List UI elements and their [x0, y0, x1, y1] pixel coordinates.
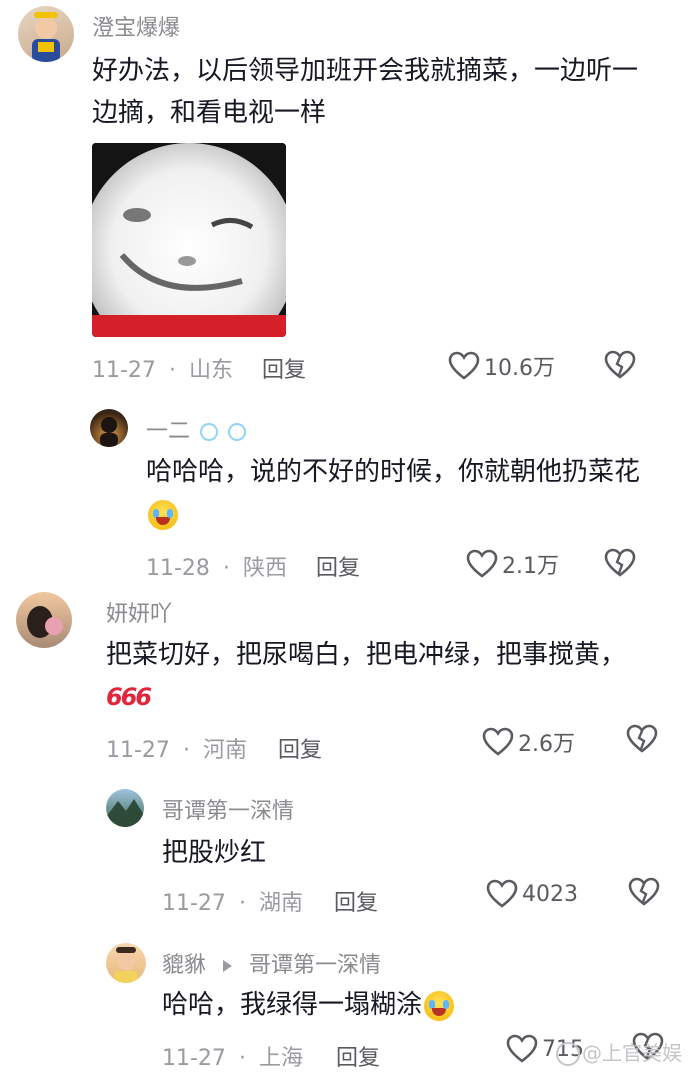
comment-location: 上海: [258, 1046, 303, 1071]
username-text: 一二: [146, 419, 191, 444]
username[interactable]: 貔貅 哥谭第一深情: [162, 947, 381, 979]
broken-heart-icon: [604, 548, 636, 577]
dislike-button[interactable]: [604, 548, 636, 582]
emoji-666: 666: [106, 683, 152, 711]
comment-meta: 11-27 · 山东: [92, 352, 233, 384]
avatar-image: [32, 12, 60, 62]
avatar[interactable]: [18, 6, 74, 62]
watermark: @上官美娱: [556, 1037, 682, 1066]
heart-outline-icon: [482, 727, 514, 756]
avatar-image: [100, 417, 118, 447]
comment-4: 哥谭第一深情 把股炒红 11-27 · 湖南 回复 4023: [0, 785, 690, 930]
reply-button[interactable]: 回复: [334, 885, 378, 917]
comment-text: 哈哈哈，说的不好的时候，你就朝他扔菜花: [146, 451, 646, 535]
comment-text-body: 把菜切好，把尿喝白，把电冲绿，把事搅黄，: [106, 640, 627, 670]
comment-date: 11-27: [162, 891, 226, 916]
meme-sticker-image[interactable]: [92, 143, 286, 337]
username-text: 貔貅: [162, 953, 207, 978]
watermark-text: @上官美娱: [582, 1040, 682, 1065]
like-count: 4023: [522, 881, 578, 907]
separator: ·: [238, 891, 246, 916]
reply-button[interactable]: 回复: [278, 732, 322, 764]
avatar[interactable]: [90, 409, 128, 447]
comment-date: 11-28: [146, 556, 210, 581]
comment-text: 把菜切好，把尿喝白，把电冲绿，把事搅黄， 666: [106, 634, 666, 718]
comment-location: 山东: [188, 358, 233, 383]
like-count: 10.6万: [484, 356, 555, 381]
like-count: 2.1万: [502, 554, 559, 579]
comment-2: 一二 哈哈哈，说的不好的时候，你就朝他扔菜花 11-28 · 陕西 回复 2.1…: [0, 395, 690, 585]
username[interactable]: 妍妍吖: [106, 596, 172, 628]
comment-1: 澄宝爆爆 好办法，以后领导加班开会我就摘菜，一边听一边摘，和看电视一样 11-2…: [0, 0, 690, 390]
broken-heart-icon: [626, 724, 658, 753]
comment-text-body: 哈哈哈，说的不好的时候，你就朝他扔菜花: [146, 457, 641, 487]
heart-outline-icon: [506, 1034, 538, 1063]
heart-outline-icon: [486, 879, 518, 908]
meme-face: [92, 143, 286, 337]
separator: ·: [182, 738, 190, 763]
like-count: 2.6万: [518, 732, 575, 757]
avatar[interactable]: [106, 789, 144, 827]
comment-date: 11-27: [106, 738, 170, 763]
crying-laughing-emoji-icon: [148, 499, 178, 530]
comment-text: 把股炒红: [162, 838, 267, 868]
comment-location: 河南: [202, 738, 247, 763]
comment-text: 哈哈，我绿得一塌糊涂: [162, 984, 642, 1026]
comment-meta: 11-27 · 上海: [162, 1040, 303, 1072]
username[interactable]: 澄宝爆爆: [92, 10, 180, 42]
comment-date: 11-27: [162, 1046, 226, 1071]
username[interactable]: 一二: [146, 413, 247, 445]
like-button[interactable]: 2.1万: [466, 548, 559, 580]
bubble-emoji-icon: [228, 423, 247, 441]
separator: ·: [238, 1046, 246, 1071]
broken-heart-icon: [628, 877, 660, 906]
dislike-button[interactable]: [626, 724, 658, 758]
separator: ·: [168, 358, 176, 383]
reply-arrow-icon: [223, 960, 233, 972]
reply-button[interactable]: 回复: [336, 1040, 380, 1072]
comment-location: 湖南: [258, 891, 303, 916]
weibo-icon: [556, 1042, 580, 1066]
comment-meta: 11-27 · 湖南: [162, 885, 303, 917]
comment-3: 妍妍吖 把菜切好，把尿喝白，把电冲绿，把事搅黄， 666 11-27 · 河南 …: [0, 588, 690, 768]
comment-text: 好办法，以后领导加班开会我就摘菜，一边听一边摘，和看电视一样: [92, 56, 639, 128]
reply-to-username[interactable]: 哥谭第一深情: [249, 953, 381, 978]
avatar-image: [106, 799, 144, 827]
comment-meta: 11-28 · 陕西: [146, 550, 287, 582]
dislike-button[interactable]: [628, 877, 660, 911]
bubble-emoji-icon: [200, 423, 219, 441]
comment-text-body: 哈哈，我绿得一塌糊涂: [162, 990, 423, 1020]
crying-laughing-emoji-icon: [424, 990, 455, 1021]
broken-heart-icon: [604, 350, 636, 379]
heart-outline-icon: [448, 351, 480, 380]
like-button[interactable]: 4023: [486, 879, 578, 909]
dislike-button[interactable]: [604, 350, 636, 384]
reply-button[interactable]: 回复: [262, 352, 306, 384]
avatar-image: [114, 947, 138, 983]
like-button[interactable]: 2.6万: [482, 726, 575, 758]
like-button[interactable]: 10.6万: [448, 350, 555, 382]
username[interactable]: 哥谭第一深情: [162, 793, 294, 825]
comment-date: 11-27: [92, 358, 156, 383]
comment-meta: 11-27 · 河南: [106, 732, 247, 764]
avatar-image: [27, 606, 63, 638]
comment-location: 陕西: [242, 556, 287, 581]
avatar[interactable]: [106, 943, 146, 983]
reply-button[interactable]: 回复: [316, 550, 360, 582]
heart-outline-icon: [466, 549, 498, 578]
avatar[interactable]: [16, 592, 72, 648]
separator: ·: [222, 556, 230, 581]
